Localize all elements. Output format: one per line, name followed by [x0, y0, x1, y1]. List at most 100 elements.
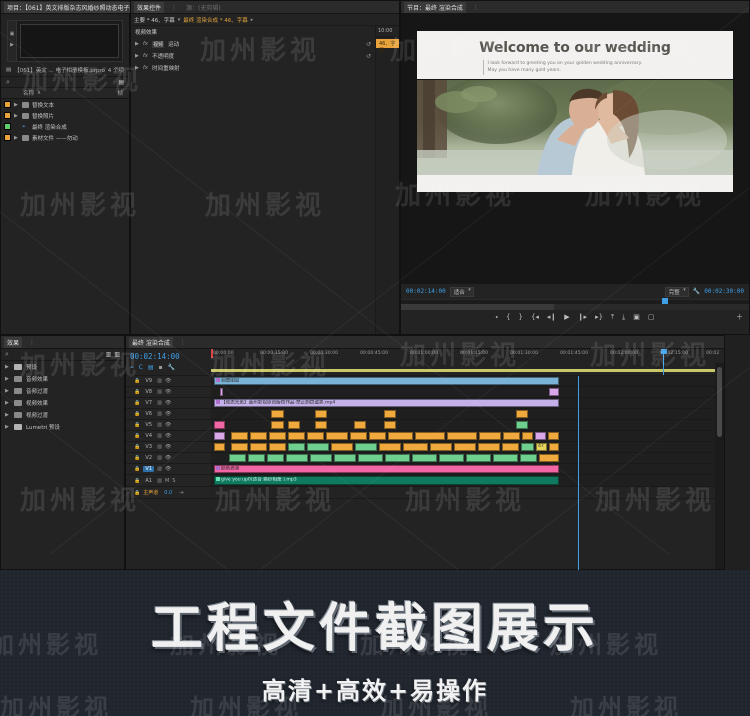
- track-header-a1[interactable]: 🔒 A1 ▥ M S: [126, 475, 211, 487]
- clip[interactable]: [502, 443, 519, 451]
- track-lane-v3[interactable]: 47: [211, 442, 724, 453]
- list-item[interactable]: ▶ 视频效果: [1, 397, 124, 409]
- clip[interactable]: 47: [536, 443, 547, 451]
- clip[interactable]: 调整图层: [214, 377, 559, 385]
- lift-icon[interactable]: ⤒: [611, 313, 614, 322]
- chevron-right-icon[interactable]: ▶: [135, 53, 139, 59]
- toggle-sync-lock-icon[interactable]: ▥: [157, 478, 162, 484]
- clip[interactable]: [548, 432, 559, 440]
- new-custom-bin-icon[interactable]: ▥: [114, 351, 120, 358]
- clip[interactable]: [269, 432, 286, 440]
- timeline-vertical-scrollbar[interactable]: [715, 363, 724, 569]
- track-name[interactable]: A1: [143, 478, 154, 484]
- clip[interactable]: [310, 454, 332, 462]
- clip[interactable]: [503, 432, 520, 440]
- preview-side-buttons[interactable]: ▣ ▶: [8, 21, 17, 61]
- toggle-track-output-icon[interactable]: 👁: [165, 433, 171, 439]
- track-name[interactable]: V7: [143, 400, 154, 406]
- clip[interactable]: [250, 443, 267, 451]
- quality-dropdown[interactable]: 完整: [664, 286, 689, 297]
- track-name[interactable]: V1: [143, 466, 155, 472]
- lock-icon[interactable]: 🔒: [134, 444, 140, 450]
- work-area-bar[interactable]: [211, 369, 724, 372]
- list-item[interactable]: ▶ 替换文本: [1, 99, 129, 110]
- chevron-right-icon[interactable]: ▶: [135, 65, 139, 71]
- chevron-down-icon[interactable]: ▾: [178, 17, 181, 23]
- chevron-right-icon[interactable]: ▶: [5, 376, 10, 382]
- mark-out-icon[interactable]: }: [518, 313, 522, 321]
- step-back-icon[interactable]: ◂❙: [547, 313, 556, 321]
- wrench-icon[interactable]: 🔧: [693, 288, 700, 295]
- tab-menu-icon[interactable]: ⋮: [473, 4, 479, 11]
- mark-in-icon[interactable]: {: [506, 313, 510, 321]
- clip[interactable]: [214, 432, 225, 440]
- lock-icon[interactable]: 🔒: [134, 490, 140, 496]
- program-playhead[interactable]: [662, 298, 668, 304]
- clip[interactable]: [286, 454, 308, 462]
- track-lane-v8[interactable]: [211, 387, 724, 398]
- list-item[interactable]: ▶ 音频过渡: [1, 385, 124, 397]
- clip[interactable]: [350, 432, 367, 440]
- tab-menu-icon[interactable]: ⋮: [29, 339, 35, 346]
- toggle-sync-lock-icon[interactable]: ▥: [157, 389, 162, 395]
- play-icon[interactable]: ▶: [564, 313, 569, 321]
- clip[interactable]: [454, 443, 476, 451]
- program-scrub-ruler[interactable]: [401, 298, 749, 310]
- chevron-right-icon[interactable]: ▶: [5, 424, 10, 430]
- lock-icon[interactable]: 🔒: [134, 433, 140, 439]
- solo-track-icon[interactable]: S: [172, 478, 175, 484]
- chevron-right-icon[interactable]: ▶: [5, 400, 10, 406]
- reset-icon[interactable]: ↺: [366, 41, 371, 48]
- toggle-sync-lock-icon[interactable]: ▥: [157, 466, 162, 472]
- play-icon[interactable]: ▶: [10, 42, 14, 48]
- list-item[interactable]: ▶ 预设: [1, 361, 124, 373]
- settings-icon[interactable]: 🔧: [168, 364, 175, 371]
- toggle-track-output-icon[interactable]: 👁: [165, 400, 171, 406]
- clip[interactable]: [466, 454, 491, 462]
- toggle-track-output-icon[interactable]: 👁: [165, 444, 171, 450]
- lock-icon[interactable]: 🔒: [134, 378, 140, 384]
- clip[interactable]: [430, 443, 452, 451]
- chevron-right-icon[interactable]: ▸: [251, 17, 254, 23]
- program-current-timecode[interactable]: 00:02:14:00: [406, 288, 446, 295]
- clip[interactable]: [248, 454, 265, 462]
- track-header-v4[interactable]: 🔒 V4 ▥ 👁: [126, 431, 211, 442]
- toggle-track-output-icon[interactable]: 👁: [165, 389, 171, 395]
- clip[interactable]: [415, 432, 445, 440]
- goto-out-icon[interactable]: ▸}: [595, 313, 603, 321]
- toggle-sync-lock-icon[interactable]: ▥: [157, 422, 162, 428]
- clip[interactable]: [539, 454, 559, 462]
- toggle-sync-lock-icon[interactable]: ▥: [157, 411, 162, 417]
- effect-controls-sequence-label[interactable]: 最终 渲染合成 * 46、字幕: [183, 16, 248, 24]
- clip[interactable]: [271, 421, 284, 429]
- tab-menu-icon[interactable]: ⋮: [171, 4, 177, 11]
- tab-menu-icon[interactable]: ⋮: [180, 339, 186, 346]
- clip[interactable]: [358, 454, 383, 462]
- track-lane-a1[interactable]: give you up0(适合 婚纱相册 ).mp3: [211, 475, 724, 487]
- effect-row-time-remapping[interactable]: ▶ fx 时间重映射: [131, 62, 375, 74]
- tab-project[interactable]: 项目：【061】英文排版杂志风婚纱照动态电子相: [4, 1, 139, 13]
- toggle-track-output-icon[interactable]: 👁: [165, 411, 171, 417]
- track-name[interactable]: V4: [143, 433, 154, 439]
- list-item[interactable]: ▶ 视频过渡: [1, 409, 124, 421]
- snap-icon[interactable]: ⌁: [130, 364, 134, 371]
- chevron-right-icon[interactable]: ▶: [5, 388, 10, 394]
- column-name-label[interactable]: 名称: [23, 89, 34, 97]
- lock-icon[interactable]: 🔒: [134, 455, 140, 461]
- linked-selection-icon[interactable]: C: [139, 364, 143, 371]
- effect-controls-ruler[interactable]: 10:00 00:02:15:00: [376, 26, 399, 37]
- clip[interactable]: [384, 421, 396, 429]
- clip[interactable]: [384, 410, 396, 418]
- safe-margins-icon[interactable]: ▢: [648, 313, 655, 321]
- chevron-right-icon[interactable]: ▶: [135, 41, 139, 47]
- timeline-ruler[interactable]: 00:00:00 00:00:15:00 00:00:30:00 00:00:4…: [211, 349, 724, 375]
- goto-in-icon[interactable]: {◂: [531, 313, 539, 321]
- tab-program-monitor[interactable]: 节目：最终 渲染合成: [404, 1, 466, 13]
- clip[interactable]: 颜色遮罩: [214, 465, 559, 473]
- clip[interactable]: [214, 443, 225, 451]
- clip[interactable]: [315, 421, 327, 429]
- clip[interactable]: [315, 410, 327, 418]
- track-lane-v9[interactable]: 调整图层: [211, 376, 724, 387]
- clip[interactable]: [516, 421, 528, 429]
- track-lane-v2[interactable]: [211, 453, 724, 464]
